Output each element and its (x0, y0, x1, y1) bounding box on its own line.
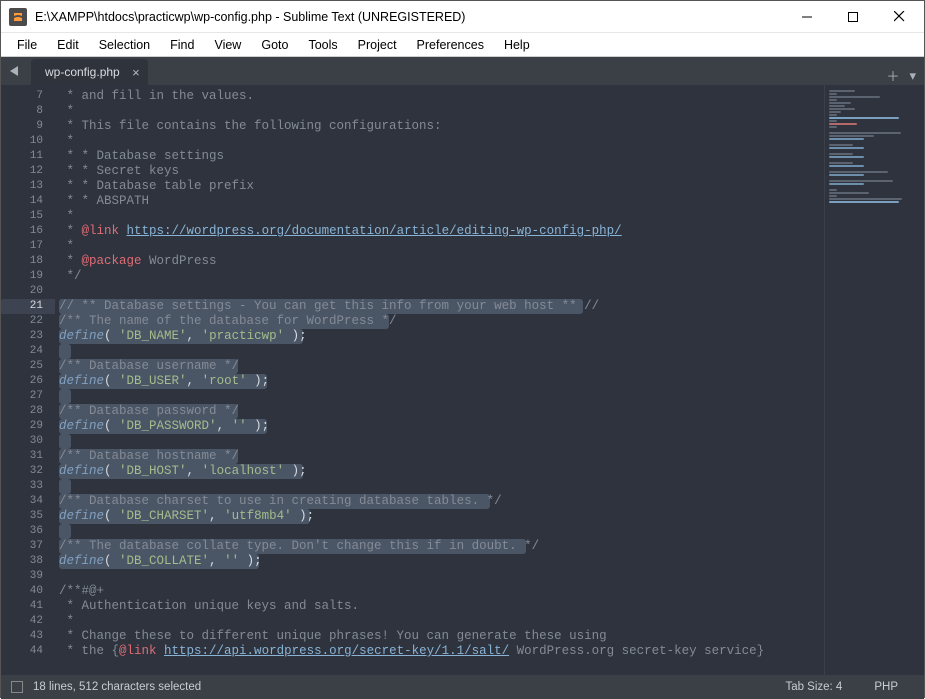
code-line[interactable]: * (59, 614, 824, 629)
maximize-button[interactable] (830, 2, 876, 32)
code-line[interactable] (59, 344, 824, 359)
code-line[interactable] (59, 479, 824, 494)
code-line[interactable]: * @link https://wordpress.org/documentat… (59, 224, 824, 239)
code-line[interactable]: * * Database settings (59, 149, 824, 164)
code-line[interactable]: define( 'DB_COLLATE', '' ); (59, 554, 824, 569)
code-line[interactable]: define( 'DB_HOST', 'localhost' ); (59, 464, 824, 479)
code-line[interactable]: define( 'DB_NAME', 'practicwp' ); (59, 329, 824, 344)
minimap[interactable] (824, 85, 924, 675)
code-content[interactable]: * and fill in the values. * * This file … (55, 85, 824, 675)
code-line[interactable]: define( 'DB_CHARSET', 'utf8mb4' ); (59, 509, 824, 524)
close-button[interactable] (876, 2, 922, 32)
app-icon (9, 8, 27, 26)
status-language[interactable]: PHP (858, 681, 914, 693)
menu-edit[interactable]: Edit (47, 36, 89, 54)
status-selection: 18 lines, 512 characters selected (33, 681, 201, 693)
code-line[interactable] (59, 389, 824, 404)
code-line[interactable] (59, 434, 824, 449)
title-bar: E:\XAMPP\htdocs\practicwp\wp-config.php … (1, 1, 924, 33)
menu-tools[interactable]: Tools (298, 36, 347, 54)
tab-bar: wp-config.php × ＋ ▾ (1, 57, 924, 85)
menu-goto[interactable]: Goto (251, 36, 298, 54)
code-line[interactable]: * * Secret keys (59, 164, 824, 179)
menu-selection[interactable]: Selection (89, 36, 160, 54)
code-line[interactable]: /** Database charset to use in creating … (59, 494, 824, 509)
code-line[interactable]: define( 'DB_PASSWORD', '' ); (59, 419, 824, 434)
menu-preferences[interactable]: Preferences (407, 36, 494, 54)
code-line[interactable]: * (59, 104, 824, 119)
menu-bar: FileEditSelectionFindViewGotoToolsProjec… (1, 33, 924, 57)
minimize-button[interactable] (784, 2, 830, 32)
code-line[interactable]: * (59, 209, 824, 224)
code-line[interactable] (59, 284, 824, 299)
code-line[interactable]: // ** Database settings - You can get th… (59, 299, 824, 314)
code-line[interactable]: * Authentication unique keys and salts. (59, 599, 824, 614)
line-number-gutter[interactable]: 7891011121314151617181920212223242526272… (1, 85, 55, 675)
code-line[interactable]: * (59, 239, 824, 254)
code-line[interactable]: * and fill in the values. (59, 89, 824, 104)
tab-label: wp-config.php (45, 65, 120, 79)
tab-menu-icon[interactable]: ▾ (909, 68, 916, 84)
code-line[interactable] (59, 569, 824, 584)
code-line[interactable]: /** Database username */ (59, 359, 824, 374)
code-line[interactable]: /** The database collate type. Don't cha… (59, 539, 824, 554)
tab-wp-config[interactable]: wp-config.php × (31, 59, 148, 85)
new-tab-icon[interactable]: ＋ (886, 66, 899, 85)
code-line[interactable]: * * Database table prefix (59, 179, 824, 194)
editor[interactable]: 7891011121314151617181920212223242526272… (1, 85, 824, 675)
code-line[interactable]: * @package WordPress (59, 254, 824, 269)
code-line[interactable]: * This file contains the following confi… (59, 119, 824, 134)
status-bar: 18 lines, 512 characters selected Tab Si… (1, 675, 924, 699)
code-line[interactable]: */ (59, 269, 824, 284)
window-title: E:\XAMPP\htdocs\practicwp\wp-config.php … (35, 10, 784, 24)
code-line[interactable]: define( 'DB_USER', 'root' ); (59, 374, 824, 389)
code-line[interactable]: /**#@+ (59, 584, 824, 599)
status-tab-size[interactable]: Tab Size: 4 (769, 681, 858, 693)
menu-help[interactable]: Help (494, 36, 540, 54)
menu-view[interactable]: View (204, 36, 251, 54)
menu-find[interactable]: Find (160, 36, 204, 54)
code-line[interactable]: /** Database hostname */ (59, 449, 824, 464)
menu-project[interactable]: Project (348, 36, 407, 54)
editor-area: 7891011121314151617181920212223242526272… (1, 85, 924, 675)
code-line[interactable]: * (59, 134, 824, 149)
code-line[interactable]: * the {@link https://api.wordpress.org/s… (59, 644, 824, 659)
tab-history-back-icon[interactable] (1, 57, 29, 85)
code-line[interactable] (59, 524, 824, 539)
code-line[interactable]: /** Database password */ (59, 404, 824, 419)
menu-file[interactable]: File (7, 36, 47, 54)
tab-close-icon[interactable]: × (132, 65, 140, 80)
status-indicator-icon[interactable] (11, 681, 23, 693)
code-line[interactable]: /** The name of the database for WordPre… (59, 314, 824, 329)
code-line[interactable]: * Change these to different unique phras… (59, 629, 824, 644)
code-line[interactable]: * * ABSPATH (59, 194, 824, 209)
